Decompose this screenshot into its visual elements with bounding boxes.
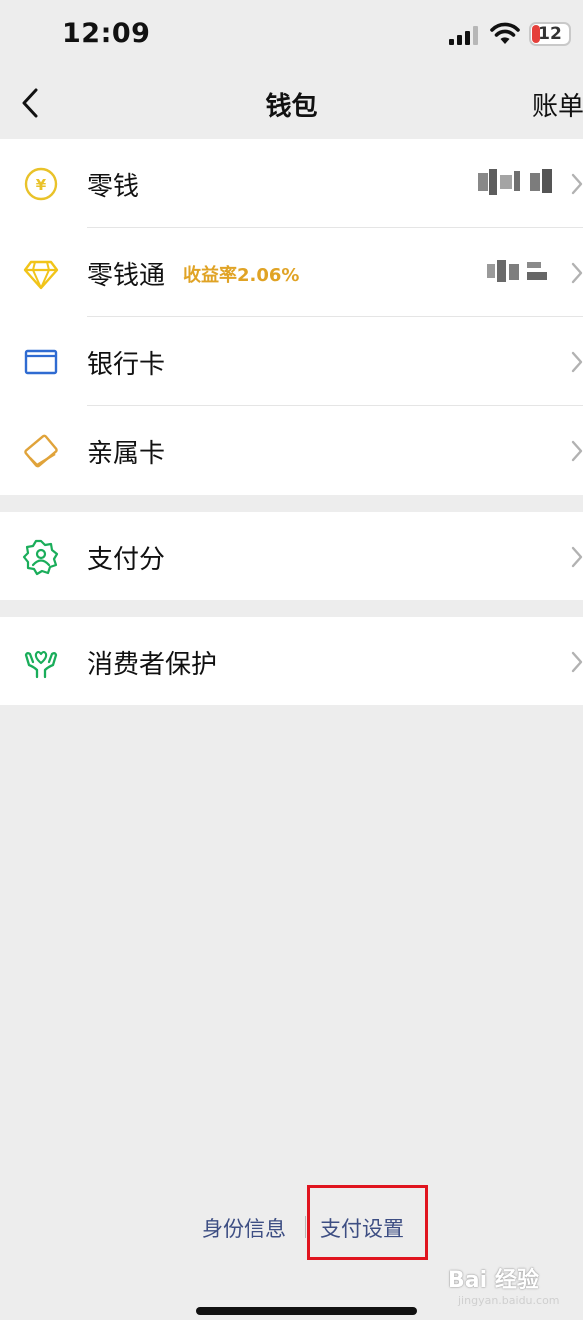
chevron-right-icon bbox=[571, 546, 583, 568]
list-item-label: 银行卡 bbox=[87, 350, 166, 380]
chevron-right-icon bbox=[571, 351, 583, 373]
home-indicator[interactable] bbox=[196, 1307, 417, 1315]
list-item-change-plus[interactable]: 零钱通 收益率2.06% bbox=[0, 228, 583, 317]
protection-hands-icon bbox=[24, 650, 58, 679]
status-time: 12:09 bbox=[62, 18, 151, 49]
diamond-icon bbox=[23, 260, 59, 290]
list-item-label: 零钱通 bbox=[87, 261, 166, 291]
baidu-watermark: Bai 经验 bbox=[448, 1268, 539, 1293]
identity-info-link[interactable]: 身份信息 bbox=[202, 1213, 286, 1243]
footer-links: 身份信息 支付设置 bbox=[0, 1205, 583, 1255]
highlight-annotation-box bbox=[307, 1185, 428, 1260]
list-item-pay-score[interactable]: 支付分 bbox=[0, 512, 583, 600]
masked-amount bbox=[478, 169, 558, 197]
baidu-watermark-url: jingyan.baidu.com bbox=[458, 1294, 560, 1307]
list-item-change[interactable]: ¥ 零钱 bbox=[0, 139, 583, 228]
page-title: 钱包 bbox=[265, 92, 318, 122]
chevron-right-icon bbox=[571, 262, 583, 284]
wifi-icon bbox=[490, 22, 520, 44]
wallet-group: ¥ 零钱 零钱通 收益率2.06% 银行卡 亲属卡 bbox=[0, 139, 583, 495]
list-item-label: 消费者保护 bbox=[87, 650, 218, 680]
chevron-right-icon bbox=[571, 440, 583, 462]
list-item-bank-card[interactable]: 银行卡 bbox=[0, 317, 583, 406]
bill-button[interactable]: 账单 bbox=[532, 86, 583, 123]
list-item-label: 零钱 bbox=[87, 172, 140, 202]
status-bar: 12:09 12 bbox=[0, 0, 583, 70]
svg-text:¥: ¥ bbox=[36, 176, 47, 194]
cellular-signal-icon bbox=[449, 25, 479, 45]
list-item-label: 亲属卡 bbox=[87, 439, 166, 469]
pay-score-group: 支付分 bbox=[0, 512, 583, 600]
footer-separator bbox=[305, 1216, 306, 1238]
pay-score-icon bbox=[22, 539, 59, 576]
chevron-right-icon bbox=[571, 651, 583, 673]
list-item-label: 支付分 bbox=[87, 545, 166, 575]
battery-icon: 12 bbox=[529, 22, 571, 46]
masked-amount bbox=[487, 258, 559, 286]
battery-level: 12 bbox=[538, 24, 562, 44]
yuan-coin-icon: ¥ bbox=[24, 167, 58, 201]
list-item-family-card[interactable]: 亲属卡 bbox=[0, 406, 583, 495]
yield-badge: 收益率2.06% bbox=[183, 265, 300, 286]
bank-card-icon bbox=[24, 349, 58, 375]
chevron-right-icon bbox=[571, 173, 583, 195]
consumer-protection-group: 消费者保护 bbox=[0, 617, 583, 705]
family-card-icon bbox=[24, 434, 58, 468]
list-item-consumer-protection[interactable]: 消费者保护 bbox=[0, 617, 583, 705]
nav-bar: 钱包 账单 bbox=[0, 70, 583, 138]
wallet-screen: 12:09 12 钱包 账单 ¥ 零钱 零钱通 收益率2.06% 银行卡 亲属卡… bbox=[0, 0, 583, 1320]
